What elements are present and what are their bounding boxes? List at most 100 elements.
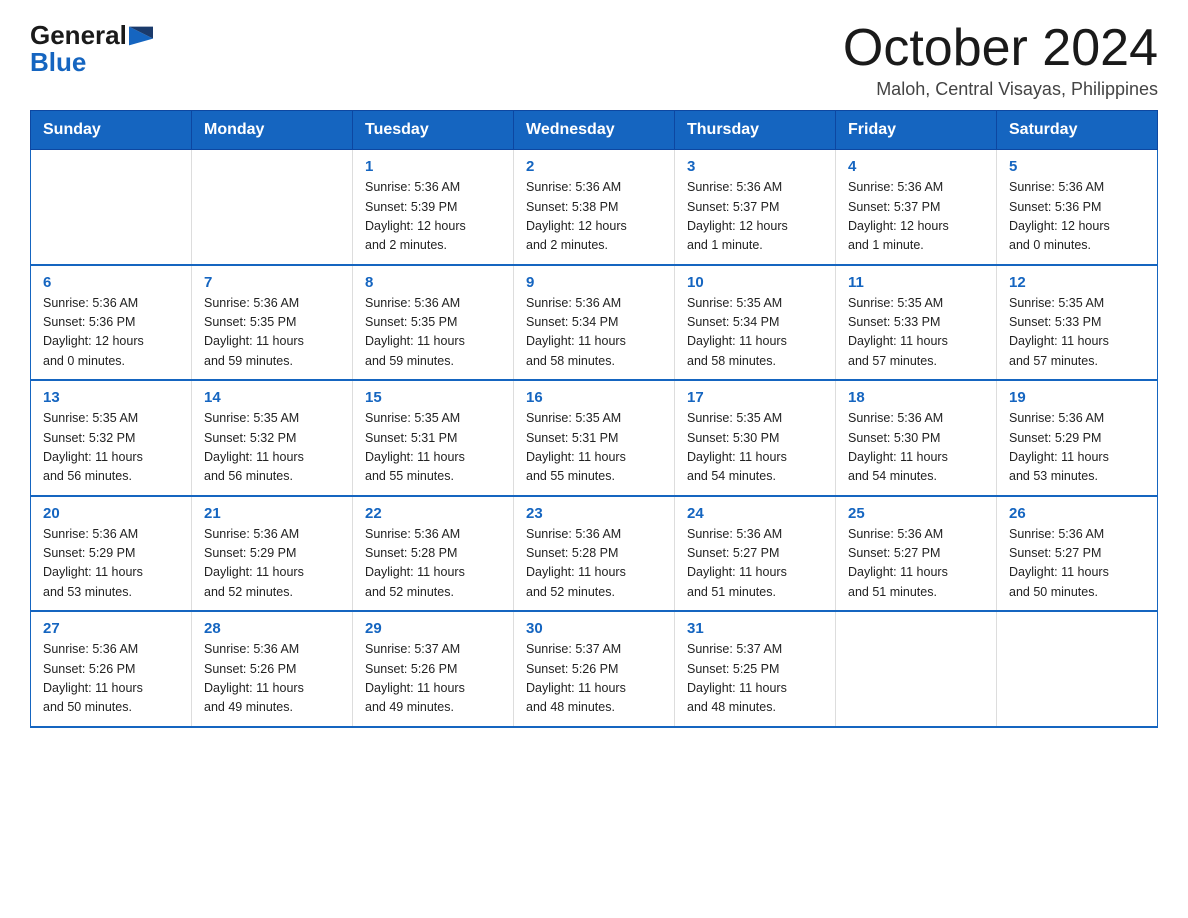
calendar-cell: 17Sunrise: 5:35 AM Sunset: 5:30 PM Dayli… <box>675 380 836 496</box>
day-info: Sunrise: 5:36 AM Sunset: 5:39 PM Dayligh… <box>365 178 501 256</box>
calendar-cell: 3 Sunrise: 5:36 AM Sunset: 5:37 PM Daylig… <box>675 150 836 265</box>
week-row-3: 13 Sunrise: 5:35 AM Sunset: 5:32 PM Dayli… <box>31 380 1158 496</box>
day-info: Sunrise: 5:36 AM Sunset: 5:29 PM Dayligh… <box>43 525 179 603</box>
calendar-cell: 12Sunrise: 5:35 AM Sunset: 5:33 PM Dayli… <box>997 265 1158 381</box>
calendar-cell: 29Sunrise: 5:37 AM Sunset: 5:26 PM Dayli… <box>353 611 514 727</box>
calendar-cell: 13 Sunrise: 5:35 AM Sunset: 5:32 PM Dayli… <box>31 380 192 496</box>
day-number: 13 <box>43 389 179 406</box>
day-info: Sunrise: 5:35 AM Sunset: 5:32 PM Dayligh… <box>204 409 340 487</box>
day-info: Sunrise: 5:36 AM Sunset: 5:27 PM Dayligh… <box>1009 525 1145 603</box>
day-number: 23 <box>526 505 662 522</box>
day-info: Sunrise: 5:36 AM Sunset: 5:27 PM Dayligh… <box>848 525 984 603</box>
day-number: 31 <box>687 620 823 637</box>
calendar-cell: 10Sunrise: 5:35 AM Sunset: 5:34 PM Dayli… <box>675 265 836 381</box>
month-title: October 2024 <box>843 20 1158 77</box>
calendar-cell <box>836 611 997 727</box>
day-number: 11 <box>848 274 984 291</box>
calendar-cell: 23 Sunrise: 5:36 AM Sunset: 5:28 PM Dayli… <box>514 496 675 612</box>
calendar-cell: 26 Sunrise: 5:36 AM Sunset: 5:27 PM Dayli… <box>997 496 1158 612</box>
day-number: 29 <box>365 620 501 637</box>
location-subtitle: Maloh, Central Visayas, Philippines <box>843 79 1158 100</box>
calendar-cell <box>192 150 353 265</box>
day-info: Sunrise: 5:36 AM Sunset: 5:36 PM Dayligh… <box>1009 178 1145 256</box>
day-number: 19 <box>1009 389 1145 406</box>
day-info: Sunrise: 5:36 AM Sunset: 5:35 PM Dayligh… <box>365 294 501 372</box>
calendar-cell: 16 Sunrise: 5:35 AM Sunset: 5:31 PM Dayli… <box>514 380 675 496</box>
day-number: 15 <box>365 389 501 406</box>
calendar-cell: 4 Sunrise: 5:36 AM Sunset: 5:37 PM Daylig… <box>836 150 997 265</box>
day-number: 21 <box>204 505 340 522</box>
day-number: 18 <box>848 389 984 406</box>
day-info: Sunrise: 5:35 AM Sunset: 5:31 PM Dayligh… <box>365 409 501 487</box>
logo: General Blue <box>30 20 153 78</box>
day-info: Sunrise: 5:37 AM Sunset: 5:25 PM Dayligh… <box>687 640 823 718</box>
week-row-2: 6 Sunrise: 5:36 AM Sunset: 5:36 PM Daylig… <box>31 265 1158 381</box>
calendar-cell: 31 Sunrise: 5:37 AM Sunset: 5:25 PM Dayli… <box>675 611 836 727</box>
calendar-cell: 21Sunrise: 5:36 AM Sunset: 5:29 PM Dayli… <box>192 496 353 612</box>
day-info: Sunrise: 5:35 AM Sunset: 5:33 PM Dayligh… <box>848 294 984 372</box>
day-info: Sunrise: 5:36 AM Sunset: 5:29 PM Dayligh… <box>1009 409 1145 487</box>
calendar-cell: 7 Sunrise: 5:36 AM Sunset: 5:35 PM Daylig… <box>192 265 353 381</box>
day-info: Sunrise: 5:36 AM Sunset: 5:34 PM Dayligh… <box>526 294 662 372</box>
calendar-cell: 27 Sunrise: 5:36 AM Sunset: 5:26 PM Dayli… <box>31 611 192 727</box>
calendar-body: 1 Sunrise: 5:36 AM Sunset: 5:39 PM Daylig… <box>31 150 1158 727</box>
day-info: Sunrise: 5:36 AM Sunset: 5:37 PM Dayligh… <box>687 178 823 256</box>
calendar-table: SundayMondayTuesdayWednesdayThursdayFrid… <box>30 110 1158 728</box>
calendar-header: SundayMondayTuesdayWednesdayThursdayFrid… <box>31 111 1158 150</box>
day-info: Sunrise: 5:35 AM Sunset: 5:32 PM Dayligh… <box>43 409 179 487</box>
day-number: 4 <box>848 158 984 175</box>
day-number: 26 <box>1009 505 1145 522</box>
day-number: 27 <box>43 620 179 637</box>
calendar-cell: 6 Sunrise: 5:36 AM Sunset: 5:36 PM Daylig… <box>31 265 192 381</box>
week-row-5: 27 Sunrise: 5:36 AM Sunset: 5:26 PM Dayli… <box>31 611 1158 727</box>
calendar-cell: 1 Sunrise: 5:36 AM Sunset: 5:39 PM Daylig… <box>353 150 514 265</box>
weekday-header-saturday: Saturday <box>997 111 1158 150</box>
day-info: Sunrise: 5:36 AM Sunset: 5:28 PM Dayligh… <box>526 525 662 603</box>
day-number: 7 <box>204 274 340 291</box>
day-number: 3 <box>687 158 823 175</box>
calendar-cell: 22 Sunrise: 5:36 AM Sunset: 5:28 PM Dayli… <box>353 496 514 612</box>
calendar-cell: 28 Sunrise: 5:36 AM Sunset: 5:26 PM Dayli… <box>192 611 353 727</box>
calendar-cell: 30 Sunrise: 5:37 AM Sunset: 5:26 PM Dayli… <box>514 611 675 727</box>
day-number: 12 <box>1009 274 1145 291</box>
calendar-cell: 18 Sunrise: 5:36 AM Sunset: 5:30 PM Dayli… <box>836 380 997 496</box>
day-number: 6 <box>43 274 179 291</box>
day-info: Sunrise: 5:36 AM Sunset: 5:35 PM Dayligh… <box>204 294 340 372</box>
day-number: 5 <box>1009 158 1145 175</box>
weekday-header-sunday: Sunday <box>31 111 192 150</box>
calendar-cell: 11 Sunrise: 5:35 AM Sunset: 5:33 PM Dayli… <box>836 265 997 381</box>
day-number: 1 <box>365 158 501 175</box>
logo-blue-text: Blue <box>30 47 86 78</box>
day-info: Sunrise: 5:35 AM Sunset: 5:31 PM Dayligh… <box>526 409 662 487</box>
calendar-cell: 8Sunrise: 5:36 AM Sunset: 5:35 PM Daylig… <box>353 265 514 381</box>
day-info: Sunrise: 5:37 AM Sunset: 5:26 PM Dayligh… <box>526 640 662 718</box>
weekday-header-monday: Monday <box>192 111 353 150</box>
day-number: 25 <box>848 505 984 522</box>
day-info: Sunrise: 5:36 AM Sunset: 5:30 PM Dayligh… <box>848 409 984 487</box>
day-info: Sunrise: 5:36 AM Sunset: 5:26 PM Dayligh… <box>43 640 179 718</box>
day-number: 10 <box>687 274 823 291</box>
day-number: 22 <box>365 505 501 522</box>
day-info: Sunrise: 5:36 AM Sunset: 5:38 PM Dayligh… <box>526 178 662 256</box>
day-info: Sunrise: 5:35 AM Sunset: 5:30 PM Dayligh… <box>687 409 823 487</box>
day-info: Sunrise: 5:36 AM Sunset: 5:26 PM Dayligh… <box>204 640 340 718</box>
week-row-4: 20 Sunrise: 5:36 AM Sunset: 5:29 PM Dayli… <box>31 496 1158 612</box>
calendar-cell <box>997 611 1158 727</box>
calendar-cell: 2Sunrise: 5:36 AM Sunset: 5:38 PM Daylig… <box>514 150 675 265</box>
logo-flag-icon <box>129 26 153 46</box>
day-number: 14 <box>204 389 340 406</box>
calendar-cell: 24Sunrise: 5:36 AM Sunset: 5:27 PM Dayli… <box>675 496 836 612</box>
page-header: General Blue October 2024 Maloh, Central… <box>30 20 1158 100</box>
calendar-cell: 5 Sunrise: 5:36 AM Sunset: 5:36 PM Daylig… <box>997 150 1158 265</box>
day-info: Sunrise: 5:36 AM Sunset: 5:36 PM Dayligh… <box>43 294 179 372</box>
day-number: 30 <box>526 620 662 637</box>
calendar-cell <box>31 150 192 265</box>
day-number: 20 <box>43 505 179 522</box>
day-info: Sunrise: 5:36 AM Sunset: 5:28 PM Dayligh… <box>365 525 501 603</box>
day-number: 9 <box>526 274 662 291</box>
weekday-header-thursday: Thursday <box>675 111 836 150</box>
day-number: 28 <box>204 620 340 637</box>
day-info: Sunrise: 5:36 AM Sunset: 5:37 PM Dayligh… <box>848 178 984 256</box>
weekday-header-tuesday: Tuesday <box>353 111 514 150</box>
day-number: 16 <box>526 389 662 406</box>
